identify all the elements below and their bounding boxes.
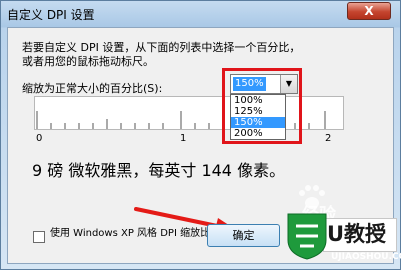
- xp-style-checkbox[interactable]: [33, 231, 45, 243]
- brand-domain: UJIAOSHOU.COM: [331, 252, 401, 262]
- shield-logo-icon: [287, 213, 327, 260]
- ok-button[interactable]: 确定: [207, 224, 280, 247]
- brand-name: U教授: [327, 222, 387, 246]
